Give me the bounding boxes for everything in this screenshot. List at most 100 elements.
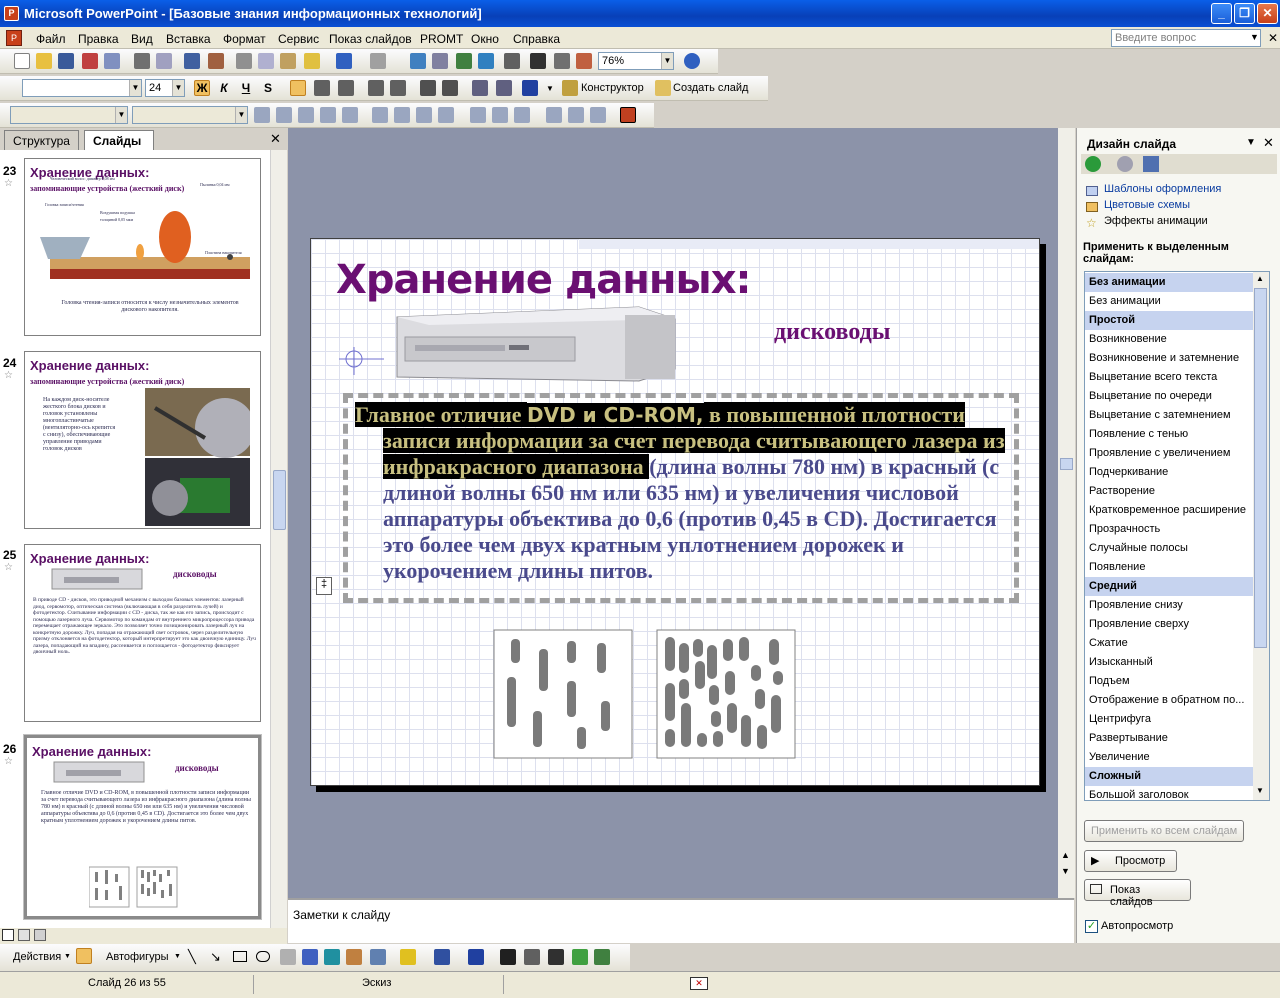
underline-button[interactable]: Ч (238, 80, 254, 96)
decrease-font-icon[interactable] (442, 80, 458, 96)
menu-view[interactable]: Вид (131, 32, 153, 46)
table-icon[interactable] (432, 53, 448, 69)
animation-scheme-item[interactable]: Растворение (1085, 482, 1253, 501)
slideshow-view-icon[interactable] (34, 929, 46, 941)
research-icon[interactable] (208, 53, 224, 69)
font-color-dropdown-icon[interactable]: ▼ (546, 84, 554, 93)
powerpoint-app-icon[interactable]: P (4, 6, 19, 21)
font-name-select[interactable]: ▼ (22, 79, 142, 97)
expand-icon[interactable] (504, 53, 520, 69)
line-color-icon[interactable] (434, 949, 450, 965)
tool-15-icon[interactable] (590, 107, 606, 123)
textbox-icon[interactable] (280, 949, 296, 965)
font-dropdown-icon[interactable]: ▼ (129, 80, 141, 96)
redo-icon[interactable] (370, 53, 386, 69)
copy-icon[interactable] (258, 53, 274, 69)
back-icon[interactable] (1085, 156, 1101, 172)
actions-dropdown-icon[interactable]: ▼ (64, 953, 71, 960)
animation-scheme-item[interactable]: Возникновение и затемнение (1085, 349, 1253, 368)
autofit-options-icon[interactable]: ‡ (316, 577, 332, 595)
tool-10-icon[interactable] (470, 107, 486, 123)
style-select[interactable]: ▼ (10, 106, 128, 124)
animation-scheme-item[interactable]: Отображение в обратном по... (1085, 691, 1253, 710)
animation-scheme-item[interactable]: Случайные полосы (1085, 539, 1253, 558)
tab-slides[interactable]: Слайды (84, 130, 154, 150)
animation-scheme-item[interactable]: Выцветание с затемнением (1085, 406, 1253, 425)
grid-icon[interactable] (554, 53, 570, 69)
spelling-icon[interactable] (184, 53, 200, 69)
maximize-button[interactable]: ❐ (1234, 3, 1255, 24)
animation-scheme-item[interactable]: Подъем (1085, 672, 1253, 691)
list-scroll-down-icon[interactable]: ▼ (1256, 786, 1264, 795)
dash-style-icon[interactable] (524, 949, 540, 965)
animation-scheme-item[interactable]: Сжатие (1085, 634, 1253, 653)
format-painter-icon[interactable] (304, 53, 320, 69)
bold-button[interactable]: Ж (194, 80, 210, 96)
tool-5-icon[interactable] (342, 107, 358, 123)
animation-scheme-item[interactable]: Без анимации (1085, 292, 1253, 311)
tool-7-icon[interactable] (394, 107, 410, 123)
close-button[interactable]: ✕ (1257, 3, 1278, 24)
shadow-style-icon[interactable] (572, 949, 588, 965)
translate-dropdown-icon[interactable]: ▼ (235, 107, 247, 123)
animation-scheme-item[interactable]: Большой заголовок (1085, 786, 1253, 800)
3d-style-icon[interactable] (594, 949, 610, 965)
apply-all-button[interactable]: Применить ко всем слайдам (1084, 820, 1245, 842)
animation-schemes-list[interactable]: Без анимации Без анимации Простой Возникнов… (1084, 271, 1270, 801)
templates-link[interactable]: Шаблоны оформления (1104, 183, 1221, 195)
tool-12-icon[interactable] (514, 107, 530, 123)
line-style-icon[interactable] (500, 949, 516, 965)
tab-outline[interactable]: Структура (4, 130, 79, 150)
tool-9-icon[interactable] (438, 107, 454, 123)
slide-thumb-26-selected[interactable]: Хранение данных: дисководы Главное отлич… (23, 734, 262, 920)
slide-thumb-25[interactable]: Хранение данных: дисководы В приводе CD … (24, 544, 261, 722)
save-icon[interactable] (58, 53, 74, 69)
menu-tools[interactable]: Сервис (278, 32, 319, 46)
picture-icon[interactable] (370, 949, 386, 965)
wordart-icon[interactable] (302, 949, 318, 965)
new-icon[interactable] (14, 53, 30, 69)
animation-scheme-item[interactable]: Проявление сверху (1085, 615, 1253, 634)
autoshapes-menu[interactable]: Автофигуры (106, 951, 169, 963)
animation-scheme-item[interactable]: Выцветание по очереди (1085, 387, 1253, 406)
menu-help[interactable]: Справка (513, 32, 560, 46)
show-formatting-icon[interactable] (530, 53, 546, 69)
tool-6-icon[interactable] (372, 107, 388, 123)
slide-vertical-scrollbar[interactable]: ▲ ▼ (1058, 128, 1075, 898)
email-icon[interactable] (104, 53, 120, 69)
new-slide-button[interactable]: Создать слайд (673, 82, 748, 94)
ask-question-input[interactable]: Введите вопрос (1111, 29, 1261, 47)
animation-effects-link[interactable]: Эффекты анимации (1104, 215, 1208, 227)
panel-close-icon[interactable]: ✕ (270, 131, 281, 147)
print-preview-icon[interactable] (156, 53, 172, 69)
list-scroll-up-icon[interactable]: ▲ (1256, 274, 1264, 283)
clipart-icon[interactable] (346, 949, 362, 965)
arrow-icon[interactable]: ↘ (210, 949, 221, 965)
menu-format[interactable]: Формат (223, 32, 266, 46)
thumbs-scrollbar[interactable] (270, 150, 287, 928)
slide-scroll-thumb[interactable] (1060, 458, 1073, 470)
thumbs-scroll-thumb[interactable] (273, 470, 286, 530)
autoshapes-dropdown-icon[interactable]: ▼ (174, 953, 181, 960)
slide-thumb-24[interactable]: Хранение данных: запоминающие устройства… (24, 351, 261, 529)
actions-menu[interactable]: Действия (13, 951, 61, 963)
slide-body-text[interactable]: Главное отличие DVD и CD-ROM, в повышенн… (355, 402, 1005, 584)
align-left-icon[interactable] (290, 80, 306, 96)
animation-scheme-item[interactable]: Увеличение (1085, 748, 1253, 767)
tool-4-icon[interactable] (320, 107, 336, 123)
color-grayscale-icon[interactable] (576, 53, 592, 69)
list-scroll-thumb[interactable] (1254, 288, 1267, 648)
increase-indent-icon[interactable] (496, 80, 512, 96)
notes-pane[interactable]: Заметки к слайду (288, 898, 1074, 943)
bullets-icon[interactable] (390, 80, 406, 96)
menu-edit[interactable]: Правка (78, 32, 119, 46)
font-size-select[interactable]: 24 ▼ (145, 79, 185, 97)
rectangle-icon[interactable] (233, 951, 247, 962)
designer-icon[interactable] (562, 80, 578, 96)
menu-promt[interactable]: PROMT (420, 32, 463, 46)
animation-scheme-item[interactable]: Прозрачность (1085, 520, 1253, 539)
tool-1-icon[interactable] (254, 107, 270, 123)
animation-scheme-item[interactable]: Выцветание всего текста (1085, 368, 1253, 387)
list-scrollbar[interactable]: ▲ ▼ (1253, 272, 1269, 800)
animation-scheme-item[interactable]: Появление (1085, 558, 1253, 577)
